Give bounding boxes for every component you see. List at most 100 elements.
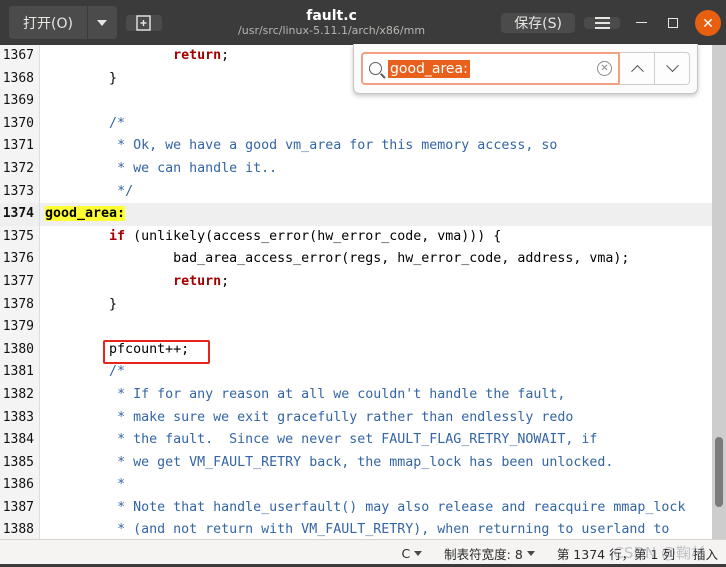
code-token: * Note that handle_userfault() may also … xyxy=(117,499,686,515)
file-path: /usr/src/linux-5.11.1/arch/x86/mm xyxy=(238,23,426,37)
code-token: * we get VM_FAULT_RETRY back, the mmap_l… xyxy=(117,454,614,470)
code-line-text: return; xyxy=(40,271,726,294)
code-line[interactable]: 1379 xyxy=(0,316,726,339)
code-line[interactable]: 1370 /* xyxy=(0,112,726,136)
line-number: 1383 xyxy=(0,406,40,430)
code-token: * make sure we exit gracefully rather th… xyxy=(117,409,574,425)
code-token: bad_area_access_error(regs, hw_error_cod… xyxy=(173,251,630,267)
close-button[interactable]: ✕ xyxy=(695,9,721,36)
clear-icon[interactable]: ✕ xyxy=(597,61,612,76)
title-bar: 打开(O) fault.c /usr/src/linux-5.11.1/arch… xyxy=(0,0,726,45)
open-dropdown-button[interactable] xyxy=(86,6,117,39)
code-line-text: * xyxy=(40,474,726,497)
cursor-position: 第 1374 行，第 1 列 xyxy=(556,547,675,562)
code-line-text: /* xyxy=(40,113,726,136)
code-line-text: * Ok, we have a good vm_area for this me… xyxy=(40,135,726,158)
save-button[interactable]: 保存(S) xyxy=(501,12,575,33)
language-selector[interactable]: C xyxy=(401,546,423,561)
code-line-text: } xyxy=(40,294,726,317)
code-line-text: pfcount++; xyxy=(40,339,726,362)
maximize-button[interactable] xyxy=(658,8,688,38)
code-token: ; xyxy=(221,48,230,63)
window-controls: ✕ xyxy=(626,8,721,38)
code-line-text: if (unlikely(access_error(hw_error_code,… xyxy=(40,226,726,249)
page-title: fault.c xyxy=(306,7,357,24)
search-previous-button[interactable] xyxy=(620,52,655,85)
code-line[interactable]: 1373 */ xyxy=(0,180,726,204)
code-token: * (and not return with VM_FAULT_RETRY), … xyxy=(117,522,670,538)
code-editor[interactable]: 1367 return; 1368 } 1369 1370 /* 1371 * Ok, … xyxy=(0,45,726,539)
line-number: 1386 xyxy=(0,474,40,497)
code-line[interactable]: 1382 * If for any reason at all we could… xyxy=(0,383,726,407)
language-label: C xyxy=(401,546,411,561)
hamburger-menu-icon xyxy=(594,16,610,29)
code-token: return xyxy=(173,273,222,289)
minimize-icon xyxy=(635,21,647,24)
code-line-text: good_area: xyxy=(40,203,726,226)
code-line-text: * (and not return with VM_FAULT_RETRY), … xyxy=(40,519,726,539)
new-document-icon xyxy=(136,14,152,31)
line-number: 1371 xyxy=(0,135,40,158)
code-line[interactable]: 1380 pfcount++; xyxy=(0,338,726,362)
code-line-text: */ xyxy=(40,181,726,204)
line-number: 1367 xyxy=(0,45,40,68)
line-number: 1374 xyxy=(0,203,40,226)
code-token: * Ok, we have a good vm_area for this me… xyxy=(117,138,558,154)
code-token: (unlikely(access_error(hw_error_code, vm… xyxy=(125,228,502,244)
tab-width-selector[interactable]: 制表符宽度: 8 xyxy=(444,544,535,563)
code-line[interactable]: 1371 * Ok, we have a good vm_area for th… xyxy=(0,135,726,158)
maximize-icon xyxy=(668,17,678,28)
code-line[interactable]: 1376 bad_area_access_error(regs, hw_erro… xyxy=(0,248,726,271)
line-number: 1375 xyxy=(0,225,40,249)
code-line[interactable]: 1377 return; xyxy=(0,270,726,294)
code-line[interactable]: 1383 * make sure we exit gracefully rath… xyxy=(0,406,726,430)
code-line[interactable]: 1374 good_area: xyxy=(0,203,726,226)
main-menu-button[interactable] xyxy=(584,16,620,29)
code-line-text: * Note that handle_userfault() may also … xyxy=(40,497,726,520)
code-line[interactable]: 1372 * we can handle it.. xyxy=(0,157,726,181)
code-line-text: * we can handle it.. xyxy=(40,158,726,181)
code-token: } xyxy=(109,296,118,312)
code-token: } xyxy=(109,70,118,86)
line-number: 1388 xyxy=(0,519,40,539)
line-number: 1384 xyxy=(0,429,40,452)
vertical-scrollbar[interactable] xyxy=(712,45,726,539)
code-token: */ xyxy=(117,183,134,199)
chevron-down-icon xyxy=(665,59,679,73)
code-line-text: * we get VM_FAULT_RETRY back, the mmap_l… xyxy=(40,452,726,475)
code-line[interactable]: 1384 * the fault. Since we never set FAU… xyxy=(0,429,726,452)
code-line[interactable]: 1381 /* xyxy=(0,361,726,384)
code-line[interactable]: 1387 * Note that handle_userfault() may … xyxy=(0,496,726,520)
new-document-button[interactable] xyxy=(125,14,162,31)
code-token: /* xyxy=(109,115,126,131)
code-token: /* xyxy=(109,364,126,380)
search-bar: good_area: ✕ xyxy=(353,44,698,94)
code-line[interactable]: 1378 } xyxy=(0,293,726,317)
code-line[interactable]: 1388 * (and not return with VM_FAULT_RET… xyxy=(0,519,726,539)
code-line[interactable]: 1385 * we get VM_FAULT_RETRY back, the m… xyxy=(0,451,726,475)
code-lines: 1367 return; 1368 } 1369 1370 /* 1371 * Ok, … xyxy=(0,45,726,539)
minimize-button[interactable] xyxy=(626,8,656,38)
open-button[interactable]: 打开(O) xyxy=(9,6,87,39)
line-number: 1381 xyxy=(0,361,40,384)
search-next-button[interactable] xyxy=(655,52,690,85)
code-token: pfcount++; xyxy=(109,341,190,357)
line-number: 1379 xyxy=(0,316,40,339)
code-line[interactable]: 1386 * xyxy=(0,474,726,497)
search-input-value: good_area: xyxy=(388,59,470,78)
scrollbar-thumb[interactable] xyxy=(715,437,723,507)
insert-mode-indicator: 插入 xyxy=(692,547,718,562)
code-line-text: * make sure we exit gracefully rather th… xyxy=(40,407,726,430)
chevron-down-icon xyxy=(414,551,423,556)
code-line-text: * the fault. Since we never set FAULT_FL… xyxy=(40,429,726,452)
line-number: 1380 xyxy=(0,338,40,362)
search-match-highlight: good_area: xyxy=(45,206,126,222)
line-number: 1368 xyxy=(0,67,40,91)
line-number: 1377 xyxy=(0,270,40,294)
search-input[interactable]: good_area: ✕ xyxy=(361,52,620,85)
editor-window: 打开(O) fault.c /usr/src/linux-5.11.1/arch… xyxy=(0,0,726,567)
code-token: * the fault. Since we never set FAULT_FL… xyxy=(117,432,598,448)
status-bar: C 制表符宽度: 8 第 1374 行，第 1 列 插入 xyxy=(0,539,726,567)
code-line[interactable]: 1375 if (unlikely(access_error(hw_error_… xyxy=(0,225,726,249)
line-number: 1376 xyxy=(0,248,40,271)
